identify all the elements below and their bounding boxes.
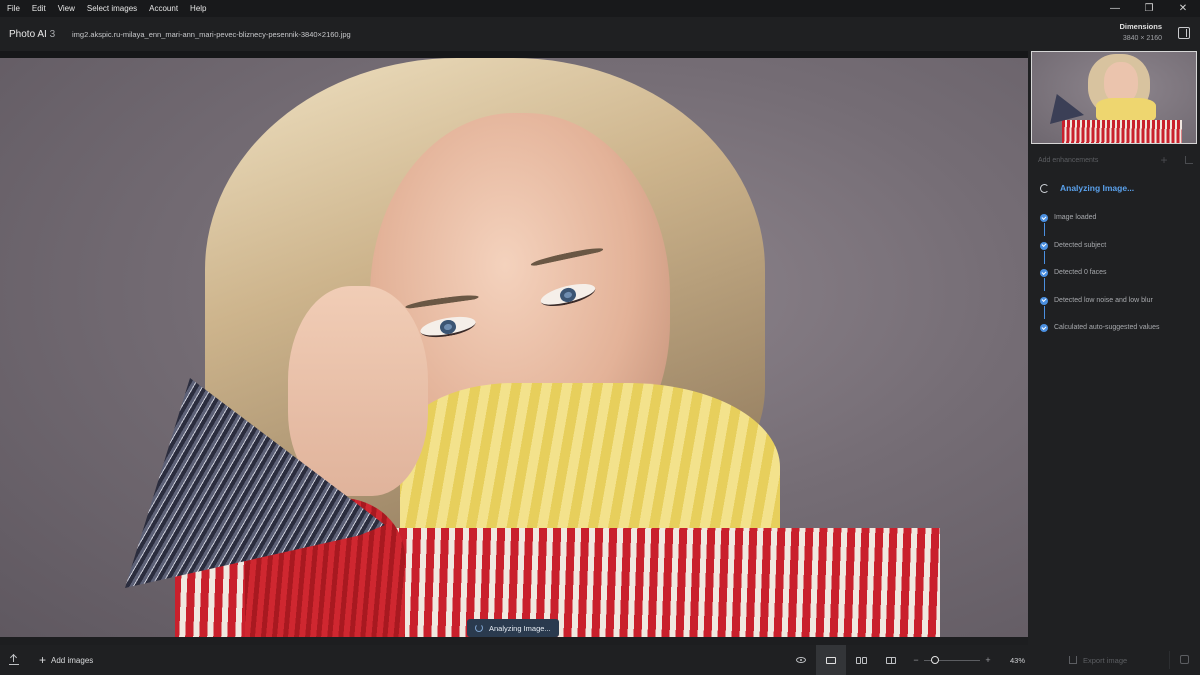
step-label: Image loaded: [1054, 214, 1097, 221]
export-image-button[interactable]: Export image: [1069, 656, 1127, 665]
single-view-button[interactable]: [816, 645, 846, 675]
thumb-sweater: [1062, 120, 1182, 143]
step-connector: [1043, 223, 1045, 236]
divider: [1169, 651, 1170, 669]
split-view-button[interactable]: [876, 645, 906, 675]
check-icon: [1040, 241, 1048, 250]
split-view-icon: [886, 656, 896, 664]
menu-edit[interactable]: Edit: [26, 0, 52, 17]
preview-image: [0, 58, 1028, 637]
right-panel: Add enhancements + Analyzing Image... Im…: [1028, 51, 1200, 675]
menu-help[interactable]: Help: [184, 0, 212, 17]
step-item: Detected subject: [1040, 241, 1159, 269]
step-item: Detected 0 faces: [1040, 268, 1159, 296]
step-label: Detected 0 faces: [1054, 269, 1107, 276]
upload-icon[interactable]: [9, 655, 19, 665]
loading-spinner-icon: [1040, 183, 1049, 193]
step-connector: [1043, 305, 1045, 319]
analyzing-status: Analyzing Image...: [1040, 183, 1134, 193]
preview-toggle-button[interactable]: [786, 645, 816, 675]
eye-icon: [796, 657, 806, 663]
spinner-icon: [475, 624, 483, 632]
bottom-toolbar: + Add images − + 43%: [0, 645, 1046, 675]
image-canvas[interactable]: Analyzing Image...: [0, 51, 1028, 637]
export-icon: [1069, 656, 1077, 664]
single-view-icon: [826, 656, 836, 664]
export-label: Export image: [1083, 655, 1128, 665]
side-by-side-button[interactable]: [846, 645, 876, 675]
app-title: Photo AI 3: [0, 29, 70, 40]
header-bar: Photo AI 3 img2.akspic.ru-milaya_enn_mar…: [0, 17, 1200, 51]
photo-ai-window: File Edit View Select images Account Hel…: [0, 0, 1200, 675]
dimensions-label: Dimensions: [1119, 22, 1162, 31]
toast-text: Analyzing Image...: [489, 623, 551, 633]
menu-select-images[interactable]: Select images: [81, 0, 143, 17]
maximize-button[interactable]: ❐: [1132, 0, 1166, 17]
step-connector: [1043, 250, 1045, 264]
export-settings-icon[interactable]: [1180, 655, 1189, 664]
side-by-side-icon: [855, 656, 867, 664]
zoom-out-button[interactable]: −: [912, 655, 920, 665]
step-item: Image loaded: [1040, 213, 1159, 241]
add-enhancements-label: Add enhancements: [1038, 156, 1099, 164]
add-images-label: Add images: [51, 655, 94, 665]
close-button[interactable]: ✕: [1166, 0, 1200, 17]
photo-hand: [288, 286, 428, 496]
check-icon: [1040, 296, 1048, 305]
window-controls: — ❐ ✕: [1098, 0, 1200, 17]
step-item: Calculated auto-suggested values: [1040, 323, 1159, 351]
panel-toggle-icon[interactable]: [1178, 27, 1190, 39]
file-name: img2.akspic.ru-milaya_enn_mari-ann_mari-…: [72, 29, 351, 39]
app-name: Photo AI: [9, 28, 47, 40]
check-icon: [1040, 324, 1048, 332]
step-label: Calculated auto-suggested values: [1054, 324, 1160, 331]
step-label: Detected subject: [1054, 241, 1107, 249]
dimensions-value: 3840 × 2160: [1122, 35, 1162, 42]
add-images-button[interactable]: + Add images: [39, 654, 93, 666]
menu-file[interactable]: File: [0, 0, 26, 17]
view-tools: − + 43%: [786, 645, 1046, 675]
check-icon: [1040, 214, 1048, 222]
analysis-steps: Image loaded Detected subject Detected 0…: [1040, 213, 1159, 351]
zoom-value[interactable]: 43%: [1010, 656, 1025, 665]
export-bar: Export image: [1028, 645, 1200, 675]
check-icon: [1040, 269, 1048, 277]
menu-view[interactable]: View: [52, 0, 81, 17]
add-enhancement-icon[interactable]: +: [1153, 154, 1175, 166]
dimensions-info: Dimensions 3840 × 2160: [1119, 22, 1162, 42]
analyzing-title: Analyzing Image...: [1060, 183, 1135, 193]
step-label: Detected low noise and low blur: [1054, 296, 1153, 304]
zoom-slider-handle[interactable]: [931, 656, 940, 664]
zoom-slider[interactable]: [924, 656, 980, 664]
crop-icon[interactable]: [1185, 156, 1193, 164]
step-item: Detected low noise and low blur: [1040, 296, 1159, 324]
add-enhancements-row: Add enhancements +: [1038, 154, 1193, 166]
zoom-in-button[interactable]: +: [984, 655, 992, 665]
analyzing-toast: Analyzing Image...: [467, 619, 559, 637]
menu-account[interactable]: Account: [143, 0, 184, 17]
menu-bar: File Edit View Select images Account Hel…: [0, 0, 1200, 17]
plus-icon: +: [39, 653, 47, 667]
step-connector: [1043, 278, 1045, 291]
zoom-controls: − + 43%: [912, 654, 1046, 665]
image-thumbnail[interactable]: [1031, 51, 1197, 144]
app-version: 3: [49, 28, 56, 40]
minimize-button[interactable]: —: [1098, 0, 1132, 17]
